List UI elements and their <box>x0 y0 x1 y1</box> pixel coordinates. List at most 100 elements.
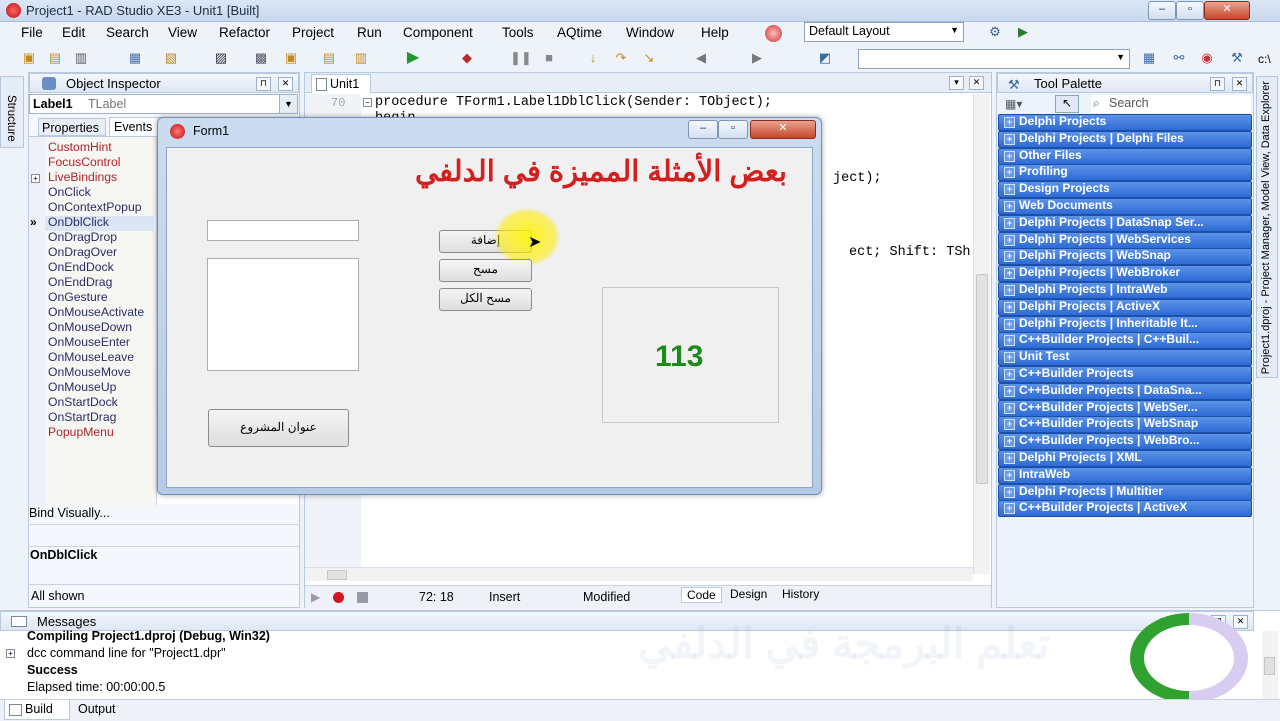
code-line-procedure[interactable]: procedure TForm1.Label1DblClick(Sender: … <box>375 95 772 110</box>
project-manager-tab[interactable]: Project1.dproj - Project Manager, Model … <box>1256 76 1278 378</box>
expand-icon[interactable]: + <box>6 649 15 658</box>
palette-category[interactable]: + C++Builder Projects | WebSer... <box>998 399 1252 417</box>
palette-category[interactable]: + IntraWeb <box>998 466 1252 484</box>
menu-component[interactable]: Component <box>403 25 473 40</box>
set-debug-desktop-icon[interactable]: ▶ <box>1014 24 1032 40</box>
save-all-icon[interactable]: ▨ <box>212 50 230 66</box>
play-icon[interactable]: ▶ <box>311 590 320 604</box>
fold-icon[interactable]: − <box>363 98 372 107</box>
palette-category[interactable]: + Delphi Projects | DataSnap Ser... <box>998 214 1252 232</box>
close-button[interactable]: ✕ <box>1204 1 1250 20</box>
palette-category[interactable]: + Web Documents <box>998 198 1252 215</box>
palette-category[interactable]: + Delphi Projects | Inheritable It... <box>998 315 1252 333</box>
tab-code[interactable]: Code <box>681 587 722 603</box>
message-line[interactable]: Elapsed time: 00:00:00.5 <box>27 680 165 694</box>
palette-category[interactable]: + Delphi Projects | IntraWeb <box>998 282 1252 299</box>
bind-visually-link[interactable]: Bind Visually... <box>29 506 110 520</box>
toggle-form-unit-icon[interactable]: ▤ <box>320 50 338 66</box>
new-items-icon[interactable]: ▣ <box>20 50 38 66</box>
message-line[interactable]: dcc command line for "Project1.dpr" <box>27 646 226 660</box>
palette-category[interactable]: + C++Builder Projects | ActiveX <box>998 500 1252 518</box>
maximize-button[interactable]: ▫ <box>1176 1 1204 20</box>
vertical-scrollbar[interactable] <box>973 94 990 574</box>
scroll-thumb[interactable] <box>1264 657 1275 675</box>
stop-icon[interactable] <box>357 592 368 603</box>
find-icon[interactable]: ⚯ <box>1170 50 1188 66</box>
close-icon[interactable]: ✕ <box>1233 615 1248 629</box>
close-icon[interactable]: ✕ <box>1232 77 1247 91</box>
scroll-thumb[interactable] <box>976 274 988 484</box>
clear-all-button[interactable]: مسح الكل <box>439 288 532 311</box>
save-desktop-icon[interactable]: ⚙ <box>986 24 1004 40</box>
event-row-label[interactable]: OnMouseActivate <box>48 305 144 319</box>
menu-tools[interactable]: Tools <box>502 25 534 40</box>
remove-file-icon[interactable]: ▣ <box>282 50 300 66</box>
project-title-button[interactable]: عنوان المشروع <box>208 409 349 447</box>
event-row-label[interactable]: OnStartDrag <box>48 410 116 424</box>
code-fragment[interactable]: ject); <box>833 171 882 186</box>
tab-events[interactable]: Events <box>109 117 161 136</box>
open-project-icon[interactable]: ▤ <box>46 50 64 66</box>
view-unit-icon[interactable]: ▥ <box>352 50 370 66</box>
structure-tab[interactable]: Structure <box>0 76 24 148</box>
palette-category[interactable]: + Delphi Projects | XML <box>998 450 1252 467</box>
event-row-label[interactable]: OnEndDock <box>48 260 114 274</box>
tools-icon[interactable]: ⚒ <box>1228 50 1246 66</box>
palette-category[interactable]: + Delphi Projects | ActiveX <box>998 298 1252 316</box>
tab-list-icon[interactable]: ▾ <box>949 76 964 90</box>
tab-properties[interactable]: Properties <box>38 118 106 136</box>
event-row-label[interactable]: OnDblClick <box>48 215 109 229</box>
palette-search-box[interactable]: ⌕ Search <box>1091 95 1251 113</box>
message-line[interactable]: Success <box>27 663 78 677</box>
forward-icon[interactable]: ▶ <box>748 50 766 66</box>
stop-icon[interactable]: ■ <box>540 50 558 66</box>
menu-file[interactable]: File <box>21 25 43 40</box>
palette-category[interactable]: + Design Projects <box>998 181 1252 199</box>
event-row-label[interactable]: OnStartDock <box>48 395 118 409</box>
tab-history[interactable]: History <box>779 587 822 601</box>
help-icon[interactable] <box>765 25 782 42</box>
object-selector[interactable]: Label1 TLabel ▼ <box>29 94 298 114</box>
tab-build[interactable]: Build <box>4 700 70 720</box>
palette-category[interactable]: + Profiling <box>998 164 1252 182</box>
tab-unit1[interactable]: Unit1 <box>311 74 371 93</box>
form-minimize-button[interactable]: ‒ <box>688 120 718 139</box>
items-listbox[interactable] <box>207 258 359 371</box>
event-row-label[interactable]: OnEndDrag <box>48 275 112 289</box>
pin-icon[interactable]: ⊓ <box>1210 77 1225 91</box>
palette-category[interactable]: + Delphi Projects | WebBroker <box>998 265 1252 283</box>
palette-category[interactable]: + Other Files <box>998 147 1252 165</box>
event-row-label[interactable]: OnMouseDown <box>48 320 132 334</box>
menu-project[interactable]: Project <box>292 25 334 40</box>
palette-category[interactable]: + Delphi Projects | Multitier <box>998 483 1252 501</box>
palette-category[interactable]: + C++Builder Projects | C++Buil... <box>998 332 1252 350</box>
close-icon[interactable]: ✕ <box>969 76 984 90</box>
trace-into-icon[interactable]: ↓ <box>584 50 602 66</box>
run-without-debug-icon[interactable]: ◆ <box>458 50 476 66</box>
form-close-button[interactable]: ✕ <box>750 120 816 139</box>
categories-icon[interactable]: ▦▾ <box>1005 97 1022 111</box>
clear-button[interactable]: مسح <box>439 259 532 282</box>
path-combo[interactable]: ▼ <box>858 49 1130 69</box>
menu-help[interactable]: Help <box>701 25 729 40</box>
back-icon[interactable]: ◀ <box>692 50 710 66</box>
open-icon[interactable]: ▧ <box>162 50 180 66</box>
event-row-label[interactable]: OnDragDrop <box>48 230 117 244</box>
message-line[interactable]: Compiling Project1.dproj (Debug, Win32) <box>27 629 270 643</box>
menu-refactor[interactable]: Refactor <box>219 25 270 40</box>
palette-category[interactable]: + Delphi Projects | WebSnap <box>998 248 1252 266</box>
palette-category[interactable]: + C++Builder Projects | WebBro... <box>998 433 1252 451</box>
tab-design[interactable]: Design <box>727 587 770 601</box>
palette-category[interactable]: + Delphi Projects <box>998 114 1252 131</box>
component-icon[interactable]: ◩ <box>816 50 834 66</box>
menu-run[interactable]: Run <box>357 25 382 40</box>
add-file-icon[interactable]: ▩ <box>252 50 270 66</box>
event-row-label[interactable]: FocusControl <box>48 155 120 169</box>
event-row-label[interactable]: OnContextPopup <box>48 200 142 214</box>
pause-icon[interactable]: ❚❚ <box>510 50 532 66</box>
minimize-button[interactable]: ‒ <box>1148 1 1176 20</box>
event-row-label[interactable]: PopupMenu <box>48 425 114 439</box>
code-fragment[interactable]: ect; Shift: TSh <box>849 245 971 260</box>
event-row-label[interactable]: OnMouseUp <box>48 380 116 394</box>
menu-search[interactable]: Search <box>106 25 149 40</box>
